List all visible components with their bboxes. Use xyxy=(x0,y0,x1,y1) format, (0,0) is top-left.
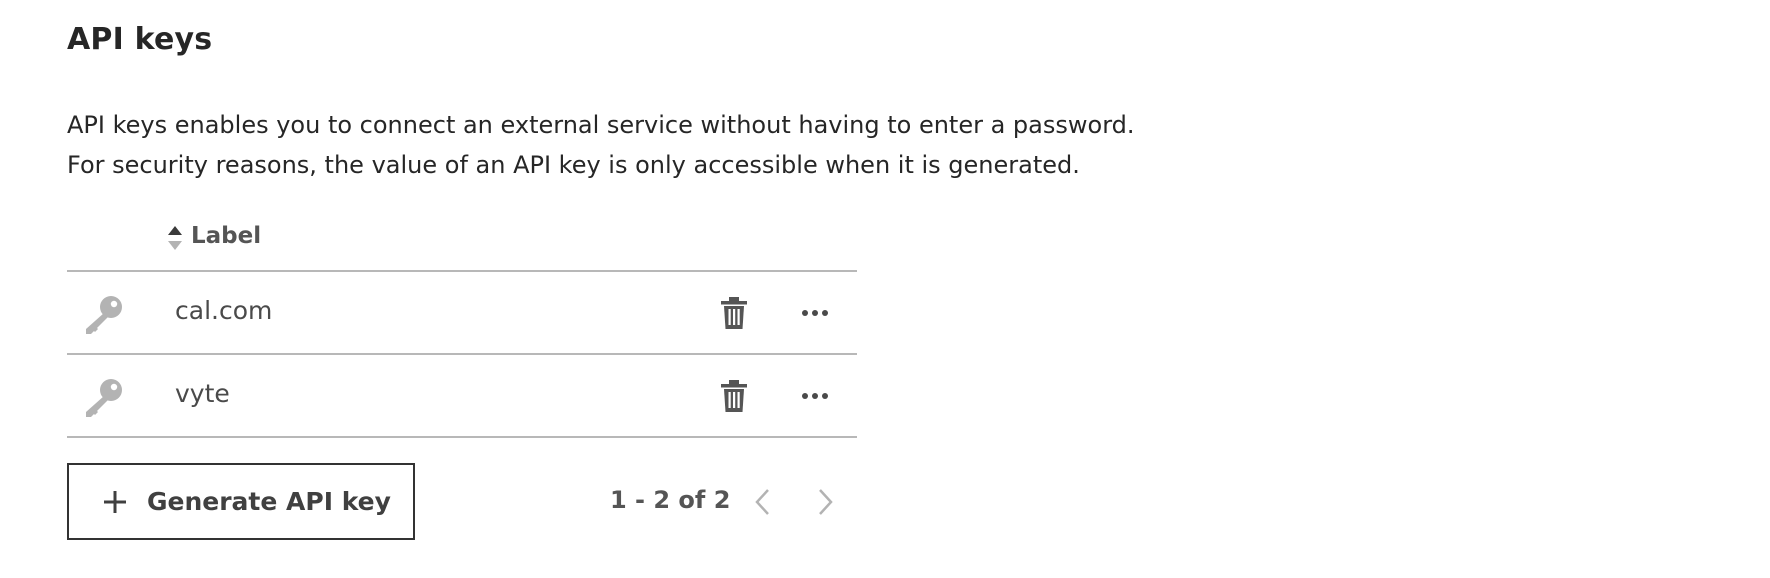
plus-icon xyxy=(104,490,126,513)
key-icon xyxy=(86,296,122,334)
more-options-icon[interactable] xyxy=(797,298,833,328)
column-header-label[interactable]: Label xyxy=(191,223,261,249)
key-label: vyte xyxy=(175,379,230,408)
pagination-info: 1 - 2 of 2 xyxy=(610,486,731,514)
trash-icon[interactable] xyxy=(719,296,749,330)
description: API keys enables you to connect an exter… xyxy=(67,105,1135,185)
key-label: cal.com xyxy=(175,296,273,325)
description-line-1: API keys enables you to connect an exter… xyxy=(67,111,1135,139)
api-keys-table: Label cal.com vyte xyxy=(67,213,857,438)
table-row: vyte xyxy=(67,355,857,438)
table-header: Label xyxy=(67,213,857,272)
page-title: API keys xyxy=(67,22,213,57)
more-options-icon[interactable] xyxy=(797,381,833,411)
table-row: cal.com xyxy=(67,272,857,355)
sort-icon[interactable] xyxy=(167,225,183,251)
api-keys-page: API keys API keys enables you to connect… xyxy=(0,0,1770,578)
chevron-right-icon[interactable] xyxy=(810,486,840,518)
description-line-2: For security reasons, the value of an AP… xyxy=(67,151,1080,179)
generate-api-key-button[interactable]: Generate API key xyxy=(67,463,415,540)
chevron-left-icon[interactable] xyxy=(748,486,778,518)
key-icon xyxy=(86,379,122,417)
trash-icon[interactable] xyxy=(719,379,749,413)
pagination: 1 - 2 of 2 xyxy=(610,484,860,520)
generate-api-key-label: Generate API key xyxy=(147,487,391,516)
